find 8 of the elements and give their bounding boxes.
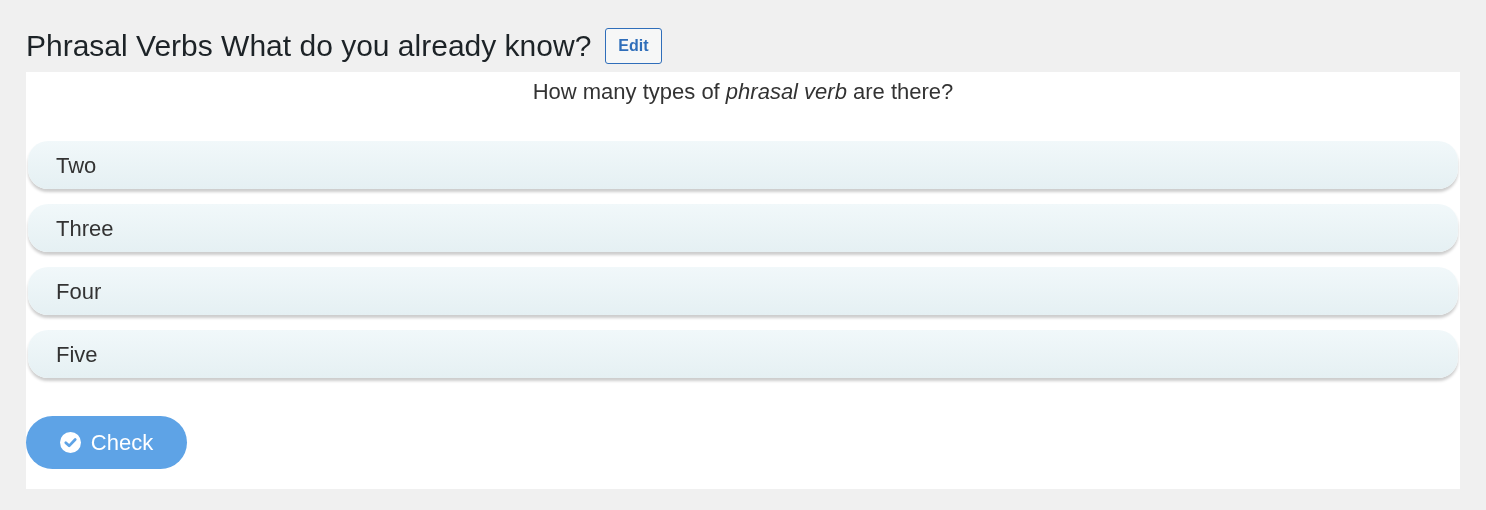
question-text: How many types of phrasal verb are there? (531, 78, 955, 106)
edit-button[interactable]: Edit (605, 28, 662, 64)
answer-option[interactable]: Three (28, 204, 1458, 252)
check-circle-icon (59, 432, 81, 453)
answer-option[interactable]: Four (28, 267, 1458, 315)
answer-option[interactable]: Five (28, 330, 1458, 378)
page-title: Phrasal Verbs What do you already know? (26, 31, 592, 61)
answer-option[interactable]: Two (28, 141, 1458, 189)
